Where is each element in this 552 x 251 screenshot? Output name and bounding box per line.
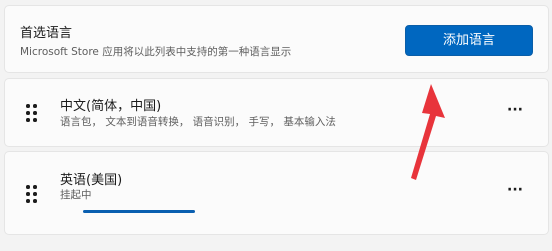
language-name: 英语(美国) bbox=[60, 173, 123, 188]
language-item-chinese[interactable]: 中文(简体，中国) 语言包， 文本到语音转换， 语音识别， 手写， 基本输入法 … bbox=[4, 78, 549, 147]
preferred-languages-header-card: 首选语言 Microsoft Store 应用将以此列表中支持的第一种语言显示 … bbox=[4, 5, 549, 73]
more-options-icon[interactable]: ··· bbox=[505, 183, 525, 199]
language-name: 中文(简体，中国) bbox=[60, 99, 162, 114]
drag-handle-icon[interactable] bbox=[25, 104, 39, 122]
preferred-languages-title: 首选语言 bbox=[20, 26, 73, 41]
language-features: 语言包， 文本到语音转换， 语音识别， 手写， 基本输入法 bbox=[60, 116, 336, 128]
language-item-english[interactable]: 英语(美国) 挂起中 ··· bbox=[4, 151, 549, 235]
download-progress-fill bbox=[83, 210, 195, 213]
add-language-button[interactable]: 添加语言 bbox=[405, 25, 533, 56]
drag-handle-icon[interactable] bbox=[25, 185, 39, 203]
more-options-icon[interactable]: ··· bbox=[505, 103, 525, 119]
language-status: 挂起中 bbox=[60, 189, 92, 201]
download-progress-bar bbox=[83, 210, 195, 213]
preferred-languages-description: Microsoft Store 应用将以此列表中支持的第一种语言显示 bbox=[20, 46, 292, 58]
